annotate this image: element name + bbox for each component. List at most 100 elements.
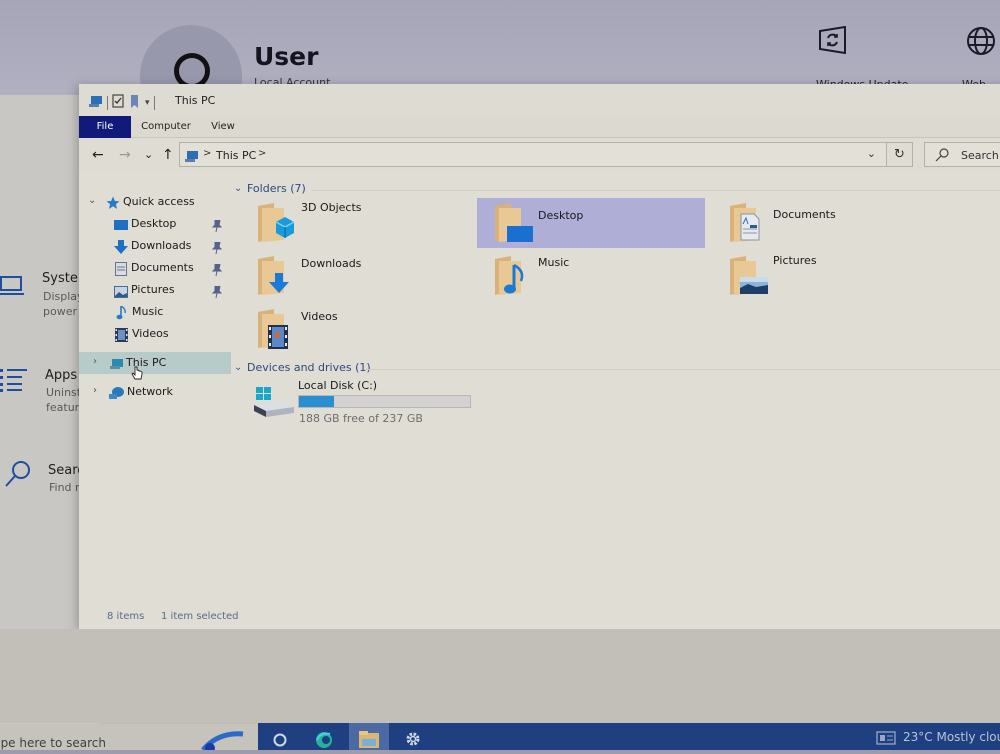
title-bar: ▾ This PC bbox=[79, 84, 1000, 116]
file-explorer-button[interactable] bbox=[349, 723, 389, 750]
drive-usage-bar bbox=[298, 395, 471, 408]
search-highlight-icon bbox=[198, 730, 258, 754]
windows-update-icon[interactable] bbox=[818, 25, 848, 55]
navigation-bar: ← → ⌄ ↑ > This PC > ⌄ ↻ Search This PC bbox=[79, 138, 1000, 172]
folder-tile-music[interactable]: Music bbox=[477, 251, 705, 301]
edge-icon bbox=[316, 732, 332, 748]
tab-computer[interactable]: Computer bbox=[135, 116, 197, 138]
this-pc-icon bbox=[89, 93, 103, 112]
network-icon bbox=[109, 385, 124, 399]
collapse-chevron-icon[interactable]: ⌄ bbox=[234, 362, 242, 373]
folder-documents-icon bbox=[730, 203, 760, 242]
cortana-icon bbox=[273, 733, 287, 747]
group-divider bbox=[312, 190, 1000, 191]
pin-icon[interactable] bbox=[211, 217, 223, 233]
ribbon-tabs: File Computer View bbox=[79, 116, 1000, 138]
status-bar: 8 items 1 item selected bbox=[79, 606, 1000, 628]
collapse-chevron-icon[interactable]: ⌄ bbox=[88, 195, 96, 206]
expand-chevron-icon[interactable]: › bbox=[93, 356, 97, 367]
properties-icon[interactable] bbox=[112, 93, 124, 112]
pin-icon[interactable] bbox=[211, 261, 223, 277]
drives-group-header[interactable]: ⌄ Devices and drives (1) bbox=[234, 361, 1000, 377]
folder-tile-3d-objects[interactable]: 3D Objects bbox=[240, 198, 468, 248]
pin-icon[interactable] bbox=[211, 239, 223, 255]
folder-name: Documents bbox=[773, 208, 836, 221]
breadcrumb-chevron[interactable]: > bbox=[258, 148, 266, 159]
drive-tile-local-disk-c[interactable]: Local Disk (C:) 188 GB free of 237 GB bbox=[246, 379, 486, 429]
nav-item-downloads[interactable]: Downloads bbox=[79, 235, 231, 257]
nav-label: Documents bbox=[131, 261, 194, 274]
local-disk-icon bbox=[254, 387, 294, 423]
nav-item-videos[interactable]: Videos bbox=[79, 323, 231, 345]
laptop-icon bbox=[0, 275, 26, 301]
forward-button[interactable]: → bbox=[119, 148, 131, 162]
address-dropdown-button[interactable]: ⌄ bbox=[867, 147, 876, 160]
gear-icon bbox=[406, 732, 420, 746]
weather-icon[interactable] bbox=[876, 730, 896, 749]
breadcrumb-this-pc[interactable]: This PC bbox=[216, 149, 256, 162]
globe-icon[interactable] bbox=[966, 26, 996, 56]
search-box[interactable]: Search This PC bbox=[924, 142, 1000, 167]
this-pc-icon bbox=[110, 356, 124, 370]
folder-name: Desktop bbox=[538, 209, 584, 222]
collapse-chevron-icon[interactable]: ⌄ bbox=[234, 183, 242, 194]
nav-item-music[interactable]: Music bbox=[79, 301, 231, 323]
nav-item-network[interactable]: › Network bbox=[79, 381, 231, 403]
group-title: Folders (7) bbox=[247, 182, 306, 195]
apps-list-icon bbox=[0, 367, 28, 397]
window-title: This PC bbox=[175, 94, 216, 107]
search-icon bbox=[935, 147, 949, 166]
tab-file[interactable]: File bbox=[79, 116, 131, 138]
nav-label: Videos bbox=[132, 327, 169, 340]
nav-item-documents[interactable]: Documents bbox=[79, 257, 231, 279]
folder-downloads-icon bbox=[258, 256, 289, 295]
nav-label: Desktop bbox=[131, 217, 177, 230]
pin-icon[interactable] bbox=[211, 283, 223, 299]
folder-tile-desktop[interactable]: Desktop bbox=[477, 198, 705, 248]
address-bar[interactable]: > This PC > ⌄ bbox=[179, 142, 887, 167]
expand-chevron-icon[interactable]: › bbox=[93, 385, 97, 396]
folder-pictures-icon bbox=[730, 256, 768, 295]
category-title: Apps bbox=[45, 368, 78, 383]
edge-button[interactable] bbox=[304, 723, 344, 750]
nav-label: Downloads bbox=[131, 239, 192, 252]
nav-label: Pictures bbox=[131, 283, 175, 296]
folder-tile-downloads[interactable]: Downloads bbox=[240, 251, 468, 301]
nav-item-this-pc[interactable]: › This PC bbox=[79, 352, 231, 380]
selection-count: 1 item selected bbox=[161, 611, 239, 622]
nav-label: Quick access bbox=[123, 195, 195, 208]
folder-tile-documents[interactable]: Documents bbox=[712, 198, 940, 248]
file-explorer-window: ▾ This PC File Computer View ← → ⌄ ↑ > T… bbox=[79, 84, 1000, 629]
settings-window-bottom bbox=[0, 629, 1000, 723]
group-title: Devices and drives (1) bbox=[247, 361, 371, 374]
folder-videos-icon bbox=[258, 309, 288, 349]
folder-3d-objects-icon bbox=[258, 203, 295, 242]
settings-button[interactable] bbox=[394, 723, 434, 750]
nav-label: Network bbox=[127, 385, 173, 398]
cortana-button[interactable] bbox=[260, 723, 300, 750]
file-explorer-icon bbox=[359, 731, 379, 748]
taskbar-search-box[interactable]: Type here to search bbox=[0, 724, 262, 753]
weather-text[interactable]: 23°C Mostly cloudy bbox=[903, 730, 1000, 744]
breadcrumb-chevron[interactable]: > bbox=[203, 148, 211, 159]
downloads-icon bbox=[114, 239, 128, 254]
back-button[interactable]: ← bbox=[92, 148, 104, 162]
folder-name: Pictures bbox=[773, 254, 817, 267]
refresh-button[interactable]: ↻ bbox=[887, 142, 913, 167]
new-folder-icon[interactable] bbox=[130, 93, 139, 112]
nav-item-desktop[interactable]: Desktop bbox=[79, 213, 231, 235]
quick-access-toolbar: ▾ bbox=[89, 93, 159, 112]
customize-toolbar-icon[interactable]: ▾ bbox=[145, 98, 150, 108]
nav-item-pictures[interactable]: Pictures bbox=[79, 279, 231, 301]
nav-quick-access[interactable]: ⌄ Quick access bbox=[79, 191, 231, 213]
folder-tile-videos[interactable]: Videos bbox=[240, 304, 468, 354]
drive-usage-fill bbox=[299, 396, 335, 407]
tab-view[interactable]: View bbox=[203, 116, 243, 138]
drive-name: Local Disk (C:) bbox=[298, 379, 378, 392]
folder-tile-pictures[interactable]: Pictures bbox=[712, 251, 940, 301]
folders-group-header[interactable]: ⌄ Folders (7) bbox=[234, 182, 1000, 198]
recent-locations-button[interactable]: ⌄ bbox=[144, 148, 153, 162]
up-button[interactable]: ↑ bbox=[162, 148, 174, 162]
desktop-icon bbox=[114, 217, 128, 231]
folder-name: Downloads bbox=[301, 257, 362, 270]
